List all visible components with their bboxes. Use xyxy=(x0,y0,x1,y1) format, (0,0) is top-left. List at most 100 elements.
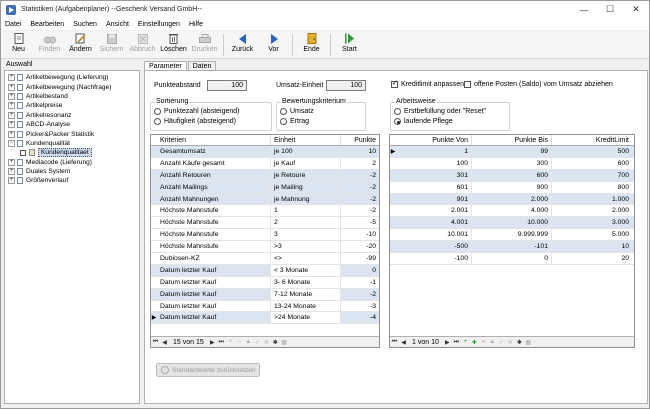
kriterium-cell[interactable]: Höchste Mahnstufe xyxy=(157,205,271,217)
punkte-cell[interactable]: 0 xyxy=(341,265,379,276)
arbeitsweise-option-reset[interactable]: Erstbefüllung oder "Reset" xyxy=(394,108,486,115)
punkte-bis-cell[interactable]: -101 xyxy=(472,241,552,253)
kreditlimit-cell[interactable]: 5.000 xyxy=(552,229,632,240)
einheit-cell[interactable]: < 3 Monate xyxy=(271,264,341,276)
radio-button[interactable] xyxy=(394,118,401,125)
loeschen-button[interactable]: Löschen xyxy=(158,31,189,58)
table-row[interactable]: 301 600 700 xyxy=(390,169,634,182)
punkte-von-cell[interactable]: -500 xyxy=(396,241,472,253)
einheit-cell[interactable]: je Mahnung xyxy=(271,193,341,205)
kreditlimit-checkbox[interactable] xyxy=(391,79,398,88)
einheit-cell[interactable]: 2 xyxy=(271,217,341,229)
table-row[interactable]: Anzahl Mahnungen je Mahnung -2 xyxy=(151,193,379,206)
punkte-cell[interactable]: -4 xyxy=(341,312,379,323)
punkte-cell[interactable]: -2 xyxy=(341,170,379,181)
drucken-button[interactable]: Drucken xyxy=(189,31,220,58)
table-row[interactable]: Höchste Mahnstufe >3 -20 xyxy=(151,241,379,254)
einheit-cell[interactable]: je 100 xyxy=(271,146,341,157)
punkte-von-cell[interactable]: 301 xyxy=(396,169,472,181)
menu-bearbeiten[interactable]: Bearbeiten xyxy=(30,21,64,28)
column-header-einheit[interactable]: Einheit xyxy=(271,135,341,145)
menu-hilfe[interactable]: Hilfe xyxy=(189,21,203,28)
save-record-icon[interactable]: ✓ xyxy=(497,338,506,347)
edit-record-icon[interactable]: ▲ xyxy=(244,338,253,347)
kriterium-cell[interactable]: Höchste Mahnstufe xyxy=(157,217,271,229)
table-row[interactable]: Höchste Mahnstufe 2 -5 xyxy=(151,217,379,230)
tree-item[interactable]: + Artikelbewegung (Lieferung) xyxy=(5,73,139,82)
kreditlimit-cell[interactable]: 2.000 xyxy=(552,205,632,216)
punkte-bis-cell[interactable]: 0 xyxy=(472,253,552,264)
punkte-cell[interactable]: -20 xyxy=(341,241,379,252)
punkte-bis-cell[interactable]: 600 xyxy=(472,169,552,181)
delete-record-icon[interactable]: − xyxy=(479,338,488,347)
punkte-bis-cell[interactable]: 99 xyxy=(472,146,552,157)
punkte-von-cell[interactable]: 901 xyxy=(396,193,472,205)
table-row[interactable]: Höchste Mahnstufe 1 -2 xyxy=(151,205,379,218)
expand-icon[interactable]: + xyxy=(8,168,15,176)
vor-button[interactable]: Vor xyxy=(258,31,289,58)
table-row[interactable]: Datum letzter Kauf < 3 Monate 0 xyxy=(151,264,379,277)
column-header-kreditlimit[interactable]: KreditLimit xyxy=(552,135,632,145)
kriterium-cell[interactable]: Anzahl Mailings xyxy=(157,181,271,193)
kreditlimit-cell[interactable]: 3.000 xyxy=(552,217,632,228)
table-row[interactable]: ▶ 1 99 500 xyxy=(390,146,634,158)
aendern-button[interactable]: Ändern xyxy=(65,31,96,58)
radio-button[interactable] xyxy=(394,108,401,115)
einheit-cell[interactable]: 1 xyxy=(271,205,341,217)
prev-record-icon[interactable]: ◀ xyxy=(399,338,408,347)
add-record-icon[interactable]: + xyxy=(226,338,235,347)
filter-icon[interactable]: ✱ xyxy=(515,338,524,347)
einheit-cell[interactable]: je Retoure xyxy=(271,169,341,181)
table-row[interactable]: 601 900 800 xyxy=(390,181,634,194)
column-header-punkte-von[interactable]: Punkte Von xyxy=(396,135,472,145)
standardwerte-zuruecksetzen-button[interactable]: Standardwerte zurücksetzen xyxy=(156,363,260,377)
tree-item-kundenqualitaet-folder[interactable]: − Kundenqualität xyxy=(5,139,139,148)
sichern-button[interactable]: Sichern xyxy=(96,31,127,58)
delete-record-icon[interactable]: − xyxy=(235,338,244,347)
expand-icon[interactable]: + xyxy=(8,102,15,110)
column-header-kriterien[interactable]: Kriterien xyxy=(157,135,271,145)
save-record-icon[interactable]: ✓ xyxy=(253,338,262,347)
sort-option-punktezahl[interactable]: Punktezahl (absteigend) xyxy=(154,108,240,115)
punkte-bis-cell[interactable]: 300 xyxy=(472,157,552,169)
punkte-von-cell[interactable]: 601 xyxy=(396,181,472,193)
kreditlimit-cell[interactable]: 800 xyxy=(552,182,632,193)
clear-filter-icon[interactable]: ▦ xyxy=(280,338,289,347)
table-row[interactable]: 4.001 10.000 3.000 xyxy=(390,217,634,230)
expand-icon[interactable]: + xyxy=(8,130,15,138)
table-row[interactable]: ▶ Datum letzter Kauf >24 Monate -4 xyxy=(151,312,379,325)
kreditlimit-cell[interactable]: 1.000 xyxy=(552,194,632,205)
expand-icon[interactable]: + xyxy=(8,92,15,100)
table-row[interactable]: 2.001 4.000 2.000 xyxy=(390,205,634,218)
punkte-cell[interactable]: 2 xyxy=(341,158,379,169)
kriterium-cell[interactable]: Höchste Mahnstufe xyxy=(157,241,271,253)
expand-icon[interactable]: + xyxy=(8,74,15,82)
punkte-von-cell[interactable]: 4.001 xyxy=(396,217,472,229)
punkte-cell[interactable]: -2 xyxy=(341,194,379,205)
table-row[interactable]: Dubiosen-KZ <> -99 xyxy=(151,253,379,265)
menu-suchen[interactable]: Suchen xyxy=(73,21,97,28)
column-header-punkte-bis[interactable]: Punkte Bis xyxy=(472,135,552,145)
punkte-bis-cell[interactable]: 900 xyxy=(472,181,552,193)
kriterium-cell[interactable]: Anzahl Mahnungen xyxy=(157,193,271,205)
next-record-icon[interactable]: ▶ xyxy=(443,338,452,347)
clear-filter-icon[interactable]: ▦ xyxy=(524,338,533,347)
radio-button[interactable] xyxy=(280,108,287,115)
punkte-bis-cell[interactable]: 2.000 xyxy=(472,193,552,205)
minimize-button[interactable]: — xyxy=(571,1,597,18)
bewertung-option-umsatz[interactable]: Umsatz xyxy=(280,108,314,115)
einheit-cell[interactable]: 3 xyxy=(271,229,341,241)
table-row[interactable]: Anzahl Mailings je Mailing -2 xyxy=(151,181,379,194)
tree-item[interactable]: + Artikelbewegung (Nachfrage) xyxy=(5,82,139,91)
maximize-button[interactable]: ☐ xyxy=(597,1,623,18)
abbruch-button[interactable]: Abbruch xyxy=(127,31,158,58)
radio-button[interactable] xyxy=(154,108,161,115)
table-row[interactable]: Anzahl Käufe gesamt je Kauf 2 xyxy=(151,157,379,170)
kriterium-cell[interactable]: Höchste Mahnstufe xyxy=(157,229,271,241)
einheit-cell[interactable]: <> xyxy=(271,253,341,264)
last-record-icon[interactable]: ⏭ xyxy=(452,338,461,347)
einheit-cell[interactable]: 3- 6 Monate xyxy=(271,276,341,288)
punkte-cell[interactable]: -2 xyxy=(341,289,379,300)
punkte-cell[interactable]: -99 xyxy=(341,253,379,264)
tree-item[interactable]: + Größenverlauf xyxy=(5,176,139,185)
